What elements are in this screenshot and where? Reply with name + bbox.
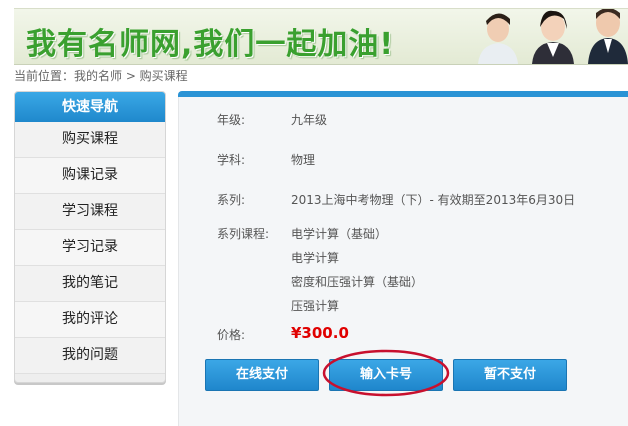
series-courses-label: 系列课程: <box>217 227 270 241</box>
quick-nav-sidebar: 快速导航 购买课程 购课记录 学习课程 学习记录 我的笔记 我的评论 我的问题 <box>14 91 166 383</box>
price-value: ¥300.0 <box>291 324 349 342</box>
course-item: 压强计算 <box>291 299 340 313</box>
course-item: 电学计算（基础） <box>291 227 388 241</box>
sidebar-item-study-records[interactable]: 学习记录 <box>15 230 165 266</box>
grade-value: 九年级 <box>291 113 328 127</box>
sidebar-item-purchase-history[interactable]: 购课记录 <box>15 158 165 194</box>
pay-later-button[interactable]: 暂不支付 <box>453 359 567 391</box>
sidebar-item-my-questions[interactable]: 我的问题 <box>15 338 165 374</box>
series-value: 2013上海中考物理（下）- 有效期至2013年6月30日 <box>291 193 576 207</box>
course-item: 电学计算 <box>291 251 340 265</box>
course-item: 密度和压强计算（基础） <box>291 275 424 289</box>
site-banner: 我有名师网,我们一起加油! <box>14 8 628 65</box>
highlight-circle-annotation <box>322 349 450 397</box>
sidebar-item-study-courses[interactable]: 学习课程 <box>15 194 165 230</box>
banner-title: 我有名师网,我们一起加油! <box>26 27 395 62</box>
grade-label: 年级: <box>217 113 246 127</box>
series-label: 系列: <box>217 193 246 207</box>
sidebar-item-my-notes[interactable]: 我的笔记 <box>15 266 165 302</box>
breadcrumb: 当前位置：我的名师 > 购买课程 <box>14 69 188 83</box>
sidebar-item-my-comments[interactable]: 我的评论 <box>15 302 165 338</box>
sidebar-item-buy-course[interactable]: 购买课程 <box>15 122 165 158</box>
banner-people-image <box>478 9 628 64</box>
subject-value: 物理 <box>291 153 316 167</box>
pay-online-button[interactable]: 在线支付 <box>205 359 319 391</box>
price-label: 价格: <box>217 328 246 342</box>
subject-label: 学科: <box>217 153 246 167</box>
sidebar-header: 快速导航 <box>15 92 165 122</box>
